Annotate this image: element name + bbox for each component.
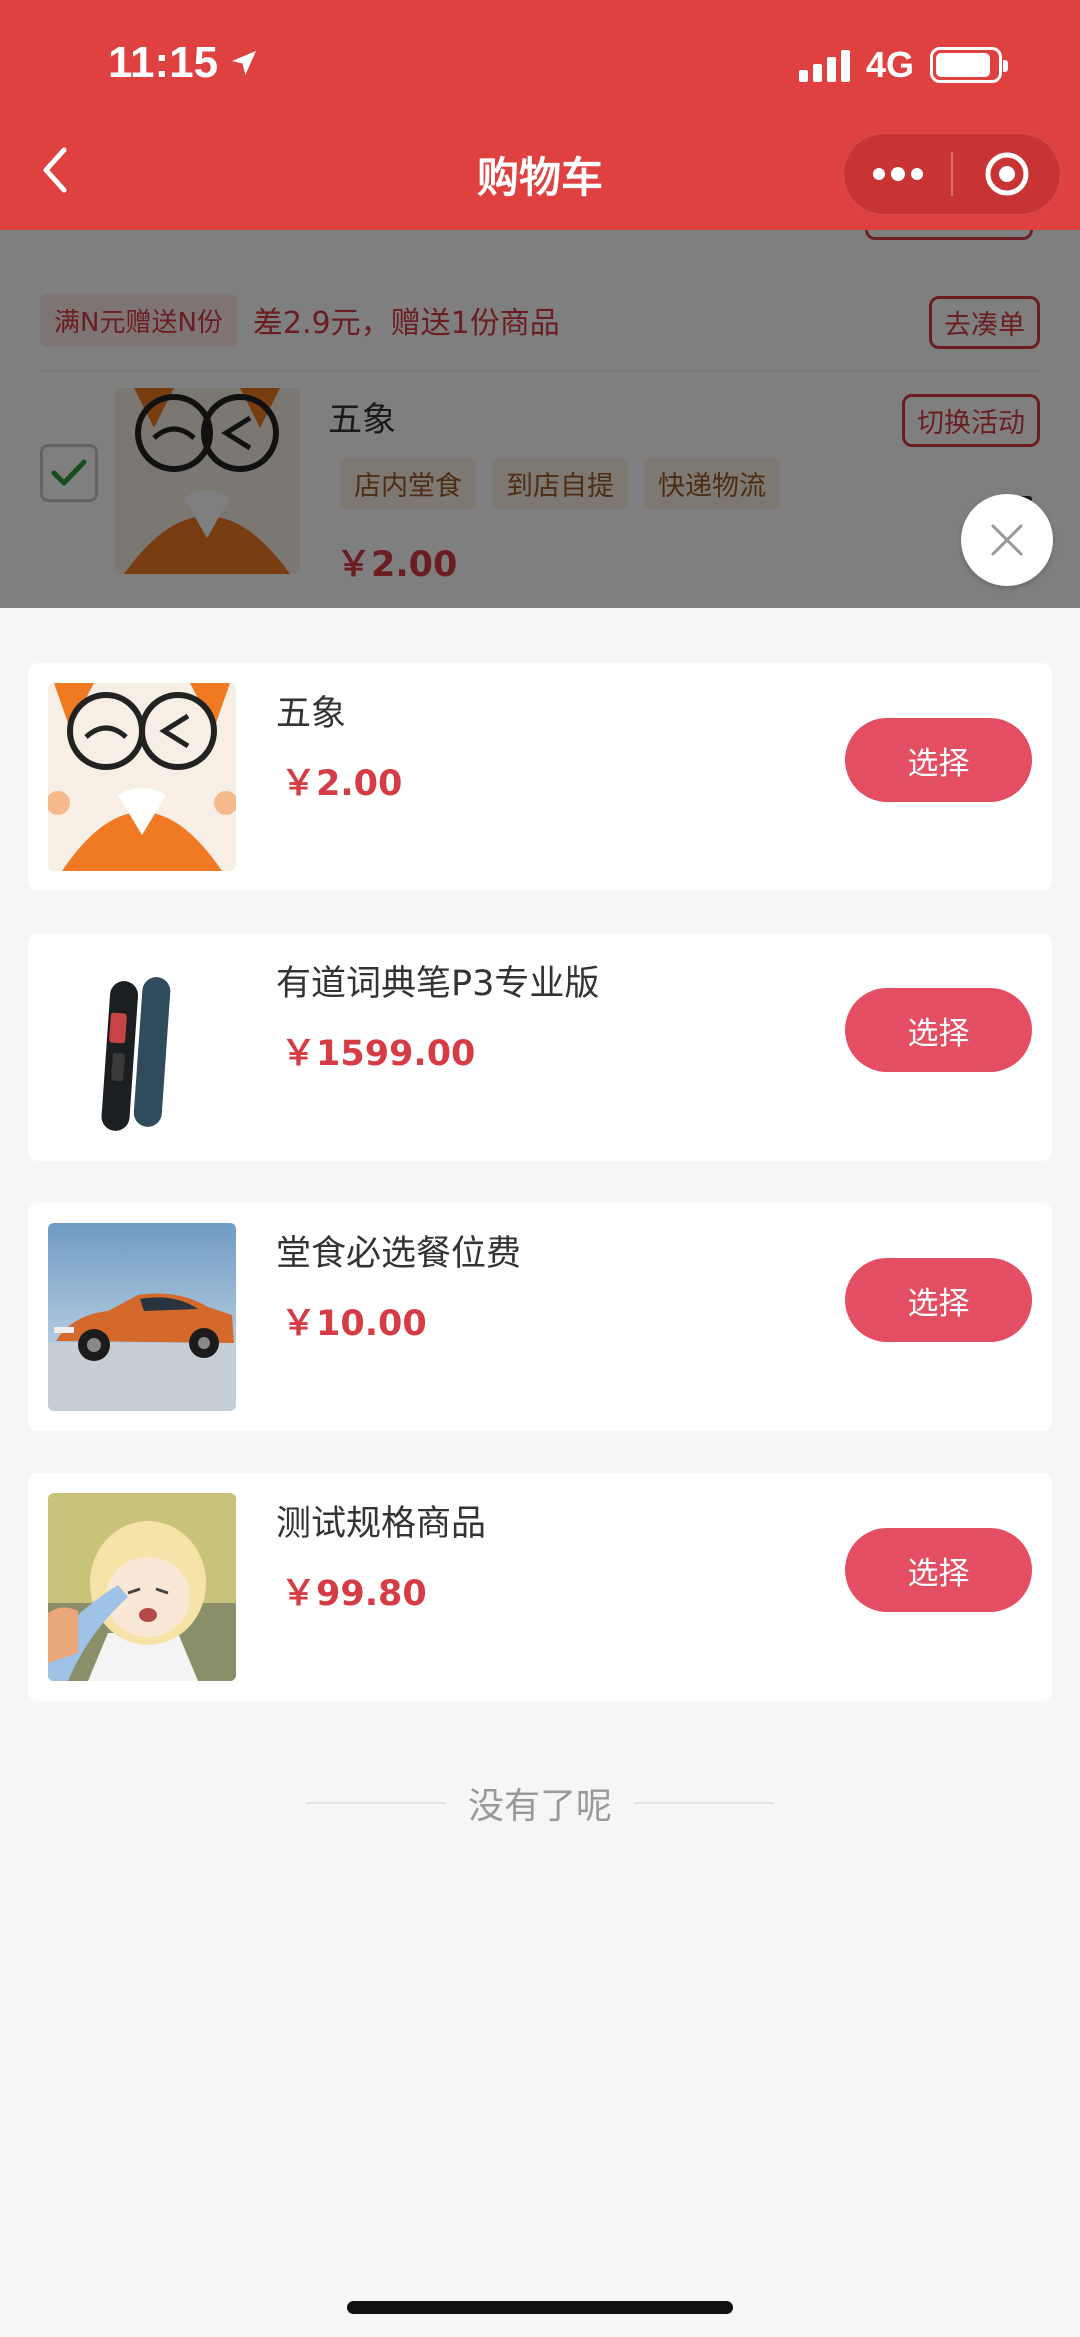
product-selection-sheet: 五象 ￥2.00 选择 有道词典笔P3专业版 ￥1599.00 选择 堂食必选餐… bbox=[0, 608, 1080, 2337]
product-name: 测试规格商品 bbox=[276, 1504, 487, 1544]
product-price: ￥10.00 bbox=[281, 1304, 427, 1344]
product-card: 测试规格商品 ￥99.80 选择 bbox=[28, 1473, 1052, 1701]
battery-icon bbox=[930, 47, 1008, 83]
home-indicator[interactable] bbox=[347, 2301, 733, 2314]
divider-line bbox=[305, 1802, 446, 1804]
select-button[interactable]: 选择 bbox=[845, 1528, 1032, 1612]
orange-car-thumbnail bbox=[48, 1223, 236, 1411]
network-type: 4G bbox=[865, 44, 914, 85]
product-card: 堂食必选餐位费 ￥10.00 选择 bbox=[28, 1203, 1052, 1431]
close-miniprogram-button[interactable] bbox=[953, 134, 1060, 214]
select-button[interactable]: 选择 bbox=[845, 718, 1032, 802]
divider-line bbox=[634, 1802, 774, 1804]
product-price: ￥2.00 bbox=[281, 764, 403, 804]
product-price: ￥99.80 bbox=[281, 1574, 427, 1614]
more-button[interactable] bbox=[844, 134, 951, 214]
dictionary-pen-thumbnail bbox=[48, 953, 236, 1141]
select-button[interactable]: 选择 bbox=[845, 988, 1032, 1072]
location-arrow-icon bbox=[232, 51, 257, 75]
status-time-text: 11:15 bbox=[108, 38, 219, 87]
miniprogram-capsule bbox=[843, 133, 1061, 215]
product-card: 有道词典笔P3专业版 ￥1599.00 选择 bbox=[28, 933, 1052, 1161]
modal-overlay[interactable] bbox=[0, 230, 1080, 608]
more-dots-icon bbox=[872, 167, 923, 181]
close-popup-button[interactable] bbox=[961, 494, 1053, 586]
end-text: 没有了呢 bbox=[467, 1786, 612, 1827]
header-bar: 11:15 4G 购物车 bbox=[0, 0, 1080, 230]
status-time: 11:15 bbox=[108, 38, 260, 88]
product-name: 有道词典笔P3专业版 bbox=[276, 964, 600, 1004]
close-icon bbox=[991, 524, 1023, 556]
fox-cartoon-thumbnail bbox=[48, 683, 236, 871]
anime-girl-thumbnail bbox=[48, 1493, 236, 1681]
list-end-indicator: 没有了呢 bbox=[0, 1778, 1080, 1828]
product-name: 堂食必选餐位费 bbox=[276, 1234, 522, 1274]
select-button[interactable]: 选择 bbox=[845, 1258, 1032, 1342]
product-name: 五象 bbox=[276, 694, 347, 734]
product-price: ￥1599.00 bbox=[281, 1034, 476, 1074]
product-card: 五象 ￥2.00 选择 bbox=[28, 663, 1052, 891]
signal-icon bbox=[798, 48, 850, 82]
status-icons: 4G bbox=[798, 44, 1008, 86]
target-circle-icon bbox=[985, 152, 1028, 196]
